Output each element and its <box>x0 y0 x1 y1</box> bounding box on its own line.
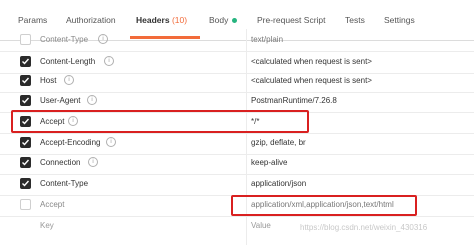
header-key[interactable]: Host <box>40 76 56 85</box>
body-active-dot <box>232 18 238 24</box>
row-checkbox[interactable] <box>20 56 31 67</box>
highlight-box-accept-value <box>231 195 417 216</box>
header-value[interactable]: keep-alive <box>251 158 287 167</box>
tab-headers-label: Headers <box>136 15 170 25</box>
tab-prerequest-script[interactable]: Pre-request Script <box>257 15 326 25</box>
header-value[interactable]: <calculated when request is sent> <box>251 76 372 85</box>
row-checkbox[interactable] <box>20 75 31 86</box>
header-key[interactable]: Accept <box>40 200 64 209</box>
header-row: Content-Type i text/plain <box>0 29 474 52</box>
row-checkbox[interactable] <box>20 95 31 106</box>
header-value[interactable]: <calculated when request is sent> <box>251 57 372 66</box>
info-icon[interactable]: i <box>104 56 114 66</box>
header-row: Content-Type application/json <box>0 173 474 196</box>
header-key[interactable]: User-Agent <box>40 96 80 105</box>
header-value[interactable]: PostmanRuntime/7.26.8 <box>251 96 337 105</box>
header-value[interactable]: gzip, deflate, br <box>251 138 306 147</box>
tab-body-label: Body <box>209 15 229 25</box>
header-key[interactable]: Accept-Encoding <box>40 138 100 147</box>
row-checkbox[interactable] <box>20 157 31 168</box>
header-row: Connection i keep-alive <box>0 152 474 175</box>
highlight-box-accept <box>11 110 309 133</box>
tab-authorization[interactable]: Authorization <box>66 15 116 25</box>
row-checkbox[interactable] <box>20 178 31 189</box>
info-icon[interactable]: i <box>98 34 108 44</box>
info-icon[interactable]: i <box>106 137 116 147</box>
header-key[interactable]: Content-Type <box>40 35 88 44</box>
tab-headers[interactable]: Headers (10) <box>136 15 187 25</box>
tab-body[interactable]: Body <box>209 15 238 25</box>
row-checkbox[interactable] <box>20 199 31 210</box>
header-value[interactable]: application/json <box>251 179 306 188</box>
info-icon[interactable]: i <box>87 95 97 105</box>
info-icon[interactable]: i <box>88 157 98 167</box>
new-value-input[interactable]: Value <box>251 221 271 230</box>
info-icon[interactable]: i <box>64 75 74 85</box>
tab-settings[interactable]: Settings <box>384 15 415 25</box>
row-checkbox[interactable] <box>20 34 31 45</box>
header-key[interactable]: Connection <box>40 158 80 167</box>
row-checkbox[interactable] <box>20 137 31 148</box>
header-value[interactable]: text/plain <box>251 35 283 44</box>
header-key[interactable]: Content-Length <box>40 57 95 66</box>
headers-count: (10) <box>171 15 188 25</box>
header-key[interactable]: Content-Type <box>40 179 88 188</box>
new-key-input[interactable]: Key <box>40 221 54 230</box>
tab-tests[interactable]: Tests <box>345 15 365 25</box>
tab-params[interactable]: Params <box>18 15 47 25</box>
watermark: https://blog.csdn.net/weixin_430316 <box>300 223 428 232</box>
